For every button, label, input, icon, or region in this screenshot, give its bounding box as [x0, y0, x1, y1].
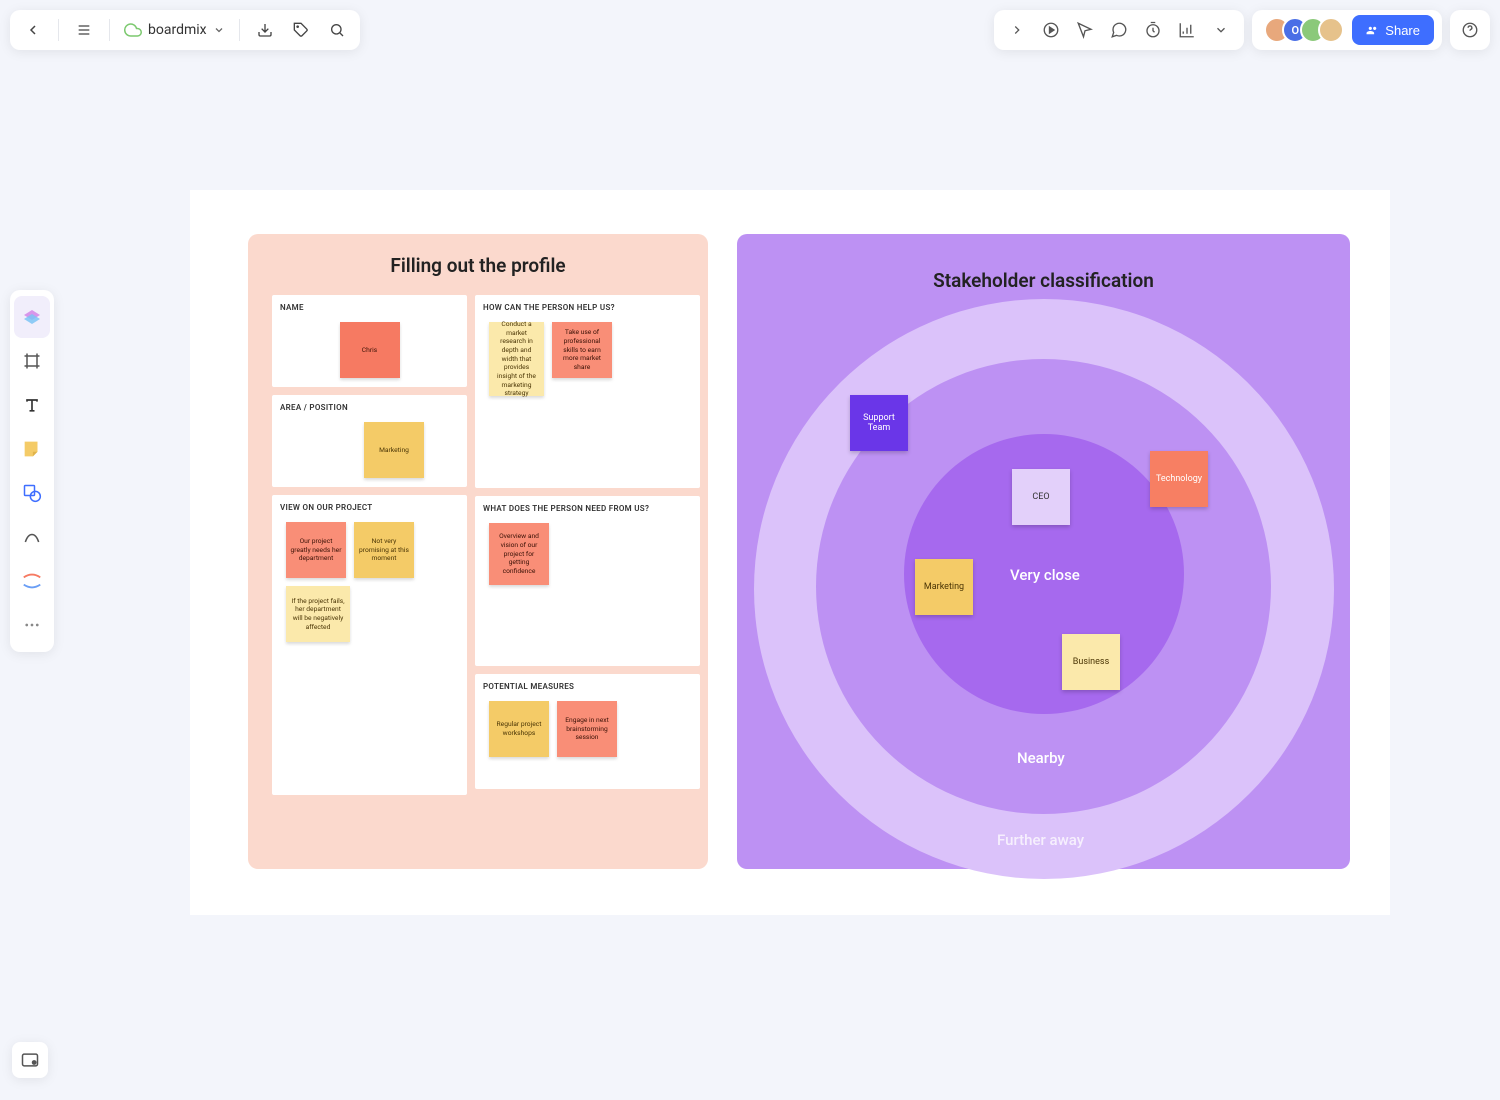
avatar[interactable]	[1318, 17, 1344, 43]
connector-tool[interactable]	[14, 560, 50, 602]
profile-title: Filling out the profile	[272, 254, 684, 277]
card-area[interactable]: AREA / POSITION Marketing	[272, 395, 467, 487]
card-measures[interactable]: POTENTIAL MEASURES Regular project works…	[475, 674, 700, 789]
sticky-note[interactable]: Not very promising at this moment	[354, 522, 414, 578]
canvas[interactable]: Filling out the profile NAME Chris AREA …	[190, 190, 1390, 915]
top-left-toolbar: boardmix	[10, 10, 360, 50]
help-button[interactable]	[1450, 10, 1490, 50]
expand-button[interactable]	[1002, 15, 1032, 45]
stakeholder-title: Stakeholder classification	[737, 269, 1350, 292]
divider	[239, 19, 240, 41]
stakeholder-panel[interactable]: Stakeholder classification Very close Ne…	[737, 234, 1350, 869]
chevron-down-icon	[213, 24, 225, 36]
chart-button[interactable]	[1172, 15, 1202, 45]
sticky-note[interactable]: Conduct a market research in depth and w…	[489, 322, 544, 396]
tag-button[interactable]	[286, 15, 316, 45]
share-button[interactable]: Share	[1352, 15, 1434, 45]
sticky-support[interactable]: Support Team	[850, 395, 908, 451]
document-name-text: boardmix	[148, 22, 207, 38]
minimap-button[interactable]	[12, 1042, 48, 1078]
text-tool[interactable]	[14, 384, 50, 426]
back-button[interactable]	[18, 15, 48, 45]
document-name[interactable]: boardmix	[120, 21, 229, 39]
more-tools-button[interactable]	[1206, 15, 1236, 45]
card-label: NAME	[280, 303, 459, 312]
card-help[interactable]: HOW CAN THE PERSON HELP US? Conduct a ma…	[475, 295, 700, 488]
ring-label-inner: Very close	[1010, 566, 1080, 584]
sticky-tool[interactable]	[14, 428, 50, 470]
share-label: Share	[1385, 23, 1420, 38]
card-label: POTENTIAL MEASURES	[483, 682, 692, 691]
side-tool-panel	[10, 290, 54, 652]
sticky-note[interactable]: If the project fails, her department wil…	[286, 586, 350, 642]
card-label: VIEW ON OUR PROJECT	[280, 503, 459, 512]
frame-tool[interactable]	[14, 340, 50, 382]
sticky-note[interactable]: Overview and vision of our project for g…	[489, 523, 549, 585]
templates-tool[interactable]	[14, 296, 50, 338]
divider	[109, 19, 110, 41]
shape-tool[interactable]	[14, 472, 50, 514]
card-label: AREA / POSITION	[280, 403, 459, 412]
profile-panel[interactable]: Filling out the profile NAME Chris AREA …	[248, 234, 708, 869]
sticky-note[interactable]: Take use of professional skills to earn …	[552, 322, 612, 378]
menu-button[interactable]	[69, 15, 99, 45]
ring-label-outer: Further away	[997, 831, 1084, 849]
search-button[interactable]	[322, 15, 352, 45]
card-need[interactable]: WHAT DOES THE PERSON NEED FROM US? Overv…	[475, 496, 700, 666]
card-view[interactable]: VIEW ON OUR PROJECT Our project greatly …	[272, 495, 467, 795]
top-right-toolbar: O Share	[994, 10, 1490, 50]
collab-group: O Share	[1252, 10, 1442, 50]
sticky-technology[interactable]: Technology	[1150, 451, 1208, 507]
sticky-note[interactable]: Regular project workshops	[489, 701, 549, 757]
download-button[interactable]	[250, 15, 280, 45]
sticky-marketing[interactable]: Marketing	[915, 559, 973, 615]
cloud-icon	[124, 21, 142, 39]
sticky-ceo[interactable]: CEO	[1012, 469, 1070, 525]
play-button[interactable]	[1036, 15, 1066, 45]
sticky-note[interactable]: Chris	[340, 322, 400, 378]
divider	[58, 19, 59, 41]
more-tool[interactable]	[14, 604, 50, 646]
card-label: HOW CAN THE PERSON HELP US?	[483, 303, 692, 312]
line-tool[interactable]	[14, 516, 50, 558]
share-icon	[1366, 24, 1379, 37]
sticky-note[interactable]: Our project greatly needs her department	[286, 522, 346, 578]
tool-group	[994, 10, 1244, 50]
comment-button[interactable]	[1104, 15, 1134, 45]
card-label: WHAT DOES THE PERSON NEED FROM US?	[483, 504, 692, 513]
sticky-business[interactable]: Business	[1062, 634, 1120, 690]
ring-label-mid: Nearby	[1017, 749, 1065, 767]
cursor-button[interactable]	[1070, 15, 1100, 45]
sticky-note[interactable]: Engage in next brainstorming session	[557, 701, 617, 757]
card-name[interactable]: NAME Chris	[272, 295, 467, 387]
timer-button[interactable]	[1138, 15, 1168, 45]
sticky-note[interactable]: Marketing	[364, 422, 424, 478]
avatar-stack[interactable]: O	[1264, 17, 1344, 43]
